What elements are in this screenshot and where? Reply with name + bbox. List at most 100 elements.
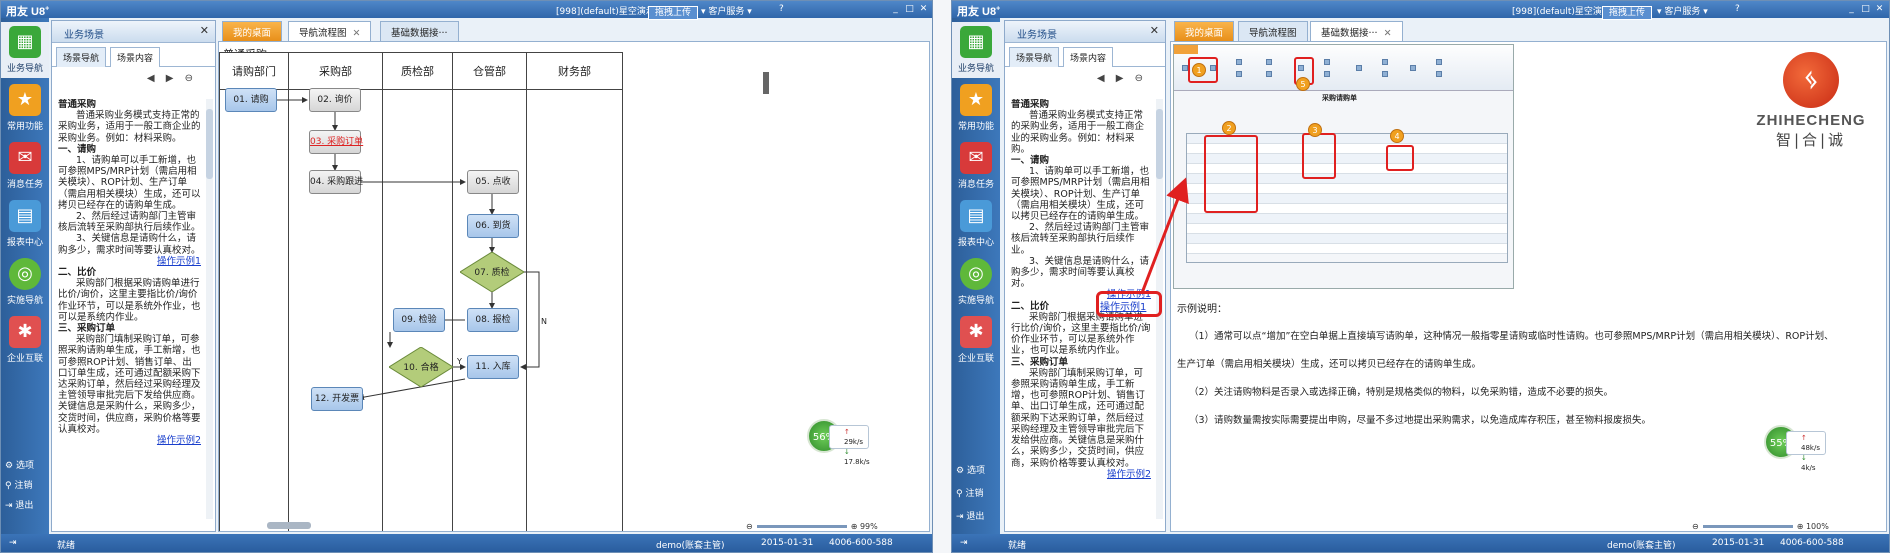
tab-basic-data[interactable]: 基础数据接···: [380, 21, 459, 41]
tab-my-desktop[interactable]: 我的桌面: [1174, 21, 1235, 41]
tab-scene-nav[interactable]: 场景导航: [56, 47, 107, 67]
nav-message-tasks[interactable]: ✉ 消息任务: [952, 138, 1000, 194]
client-service-button[interactable]: ▾ 客户服务 ▾: [1657, 4, 1708, 17]
flow-node-requisition[interactable]: 01. 请购: [225, 88, 277, 112]
exit-button[interactable]: ⇥ 退出: [5, 498, 33, 511]
example-link-1[interactable]: 操作示例1: [58, 256, 201, 267]
horizontal-scrollbar[interactable]: [267, 522, 311, 529]
tab-scene-content[interactable]: 场景内容: [1063, 47, 1114, 67]
compass-icon: ◎: [9, 258, 41, 290]
nav-common-functions[interactable]: ★ 常用功能: [1, 80, 49, 136]
report-icon: ▤: [9, 200, 41, 232]
panel-scrollbar[interactable]: [206, 99, 213, 519]
panel-nav-arrows[interactable]: ◀ ▶ ⊖: [1097, 73, 1147, 84]
panel-tabs: 场景导航 场景内容: [52, 47, 215, 67]
close-window-icon[interactable]: ✕: [917, 3, 930, 15]
flow-node-inspect[interactable]: 09. 检验: [393, 308, 445, 332]
zhihecheng-logo: ᛃ ZHIHECHENG 智|合|诚: [1741, 52, 1881, 152]
panel-close-icon[interactable]: ✕: [200, 24, 209, 37]
heading: 一、请购: [1011, 155, 1050, 167]
nav-common-functions[interactable]: ★ 常用功能: [952, 80, 1000, 136]
flow-node-follow-up[interactable]: 04. 采购跟进: [309, 170, 363, 194]
tab-close-icon[interactable]: ✕: [353, 28, 361, 39]
tab-basic-data[interactable]: 基础数据接··· ✕: [1310, 21, 1403, 41]
nav-business-nav[interactable]: ▦ 业务导航: [1, 22, 49, 78]
panel-close-icon[interactable]: ✕: [1150, 24, 1159, 37]
status-user: demo(账套主管): [1607, 541, 1676, 551]
nav-label: 业务导航: [6, 64, 43, 74]
exit-button[interactable]: ⇥ 退出: [956, 509, 984, 522]
drag-upload-button[interactable]: 拖拽上传: [648, 5, 699, 20]
star-icon: ★: [9, 84, 41, 116]
compass-icon: ◎: [960, 258, 992, 290]
status-phone: 4006-600-588: [829, 538, 893, 548]
flow-node-pass[interactable]: 10. 合格: [389, 347, 453, 387]
client-service-button[interactable]: ▾ 客户服务 ▾: [701, 4, 752, 17]
logout-button[interactable]: ⚲ 注销: [5, 478, 32, 491]
window-gap: [933, 0, 951, 553]
help-icon[interactable]: ?: [1735, 4, 1740, 14]
flow-node-receipt-check[interactable]: 05. 点收: [467, 170, 519, 194]
flow-node-invoice[interactable]: 12. 开发票: [311, 387, 363, 411]
paragraph: 普通采购业务模式支持正常的采购业务，适用于一般工商企业的采购业务。例如：材料采购…: [1011, 110, 1145, 155]
maximize-icon[interactable]: □: [903, 3, 916, 15]
nav-business-nav[interactable]: ▦ 业务导航: [952, 22, 1000, 78]
minimize-icon[interactable]: _: [889, 3, 902, 15]
flow-node-arrival[interactable]: 06. 到货: [467, 214, 519, 238]
options-button[interactable]: ⚙ 选项: [5, 458, 34, 471]
nav-implementation[interactable]: ◎ 实施导航: [952, 254, 1000, 310]
maximize-icon[interactable]: □: [1859, 3, 1872, 15]
flow-node-purchase-order[interactable]: 03. 采购订单: [309, 130, 363, 154]
edge-label-yes: Y: [457, 357, 462, 366]
left-nav-bar: ▦ 业务导航 ★ 常用功能 ✉ 消息任务 ▤ 报表中心 ◎ 实施导航 ✱ 企业互联 ⚙ 选项…: [952, 18, 1000, 534]
nav-enterprise-connect[interactable]: ✱ 企业互联: [952, 312, 1000, 368]
tab-my-desktop[interactable]: 我的桌面: [222, 21, 283, 41]
nav-message-tasks[interactable]: ✉ 消息任务: [1, 138, 49, 194]
upload-speed: 29k/s: [844, 438, 863, 446]
upload-speed: 48k/s: [1801, 444, 1820, 452]
example-line-1-cont: 生产订单（需启用相关模块）生成，还可以拷贝已经存在的请购单生成。: [1177, 359, 1482, 370]
nav-report-center[interactable]: ▤ 报表中心: [1, 196, 49, 252]
business-nav-icon: ▦: [9, 26, 41, 58]
tab-scene-content[interactable]: 场景内容: [110, 47, 161, 67]
zoom-control[interactable]: ⊖ ⊕ 99%: [746, 522, 878, 531]
example-link-2[interactable]: 操作示例2: [58, 435, 201, 446]
flow-node-qc[interactable]: 07. 质检: [460, 252, 524, 292]
heading: 二、比价: [58, 267, 97, 279]
zoom-control[interactable]: ⊖ ⊕ 100%: [1692, 522, 1829, 531]
nav-enterprise-connect[interactable]: ✱ 企业互联: [1, 312, 49, 368]
tab-close-icon[interactable]: ✕: [1384, 28, 1392, 39]
drag-upload-button[interactable]: 拖拽上传: [1602, 5, 1653, 20]
status-ready: 就绪: [57, 541, 76, 551]
tab-flow-chart[interactable]: 导航流程图: [1238, 21, 1308, 41]
vertical-scrollbar[interactable]: [763, 72, 769, 94]
heading: 三、采购订单: [58, 323, 116, 335]
brand-name-cn: 智|合|诚: [1775, 131, 1847, 149]
panel-nav-arrows[interactable]: ◀ ▶ ⊖: [147, 73, 197, 84]
nav-label: 实施导航: [6, 296, 43, 306]
logout-button[interactable]: ⚲ 注销: [956, 486, 983, 499]
nav-report-center[interactable]: ▤ 报表中心: [952, 196, 1000, 252]
nav-implementation[interactable]: ◎ 实施导航: [1, 254, 49, 310]
example-link-2[interactable]: 操作示例2: [1011, 469, 1151, 480]
ribbon: [1174, 45, 1513, 91]
paragraph: 普通采购业务模式支持正常的采购业务，适用于一般工商企业的采购业务。例如：材料采购…: [58, 110, 201, 144]
flow-node-inspection-report[interactable]: 08. 报检: [467, 308, 519, 332]
panel-title: 业务场景: [1017, 30, 1057, 41]
highlight-box-2: [1204, 135, 1258, 213]
paragraph: 2、然后经过请购部门主管审核后流转至采购部执行后续作业。: [58, 211, 201, 234]
tab-scene-nav[interactable]: 场景导航: [1009, 47, 1060, 67]
nav-label: 常用功能: [957, 122, 994, 132]
tab-flow-chart[interactable]: 导航流程图 ✕: [288, 21, 372, 41]
options-button[interactable]: ⚙ 选项: [956, 463, 985, 476]
flow-node-inquiry[interactable]: 02. 询价: [309, 88, 361, 112]
status-bar: ⇥ 就绪 demo(账套主管) 2015-01-31 4006-600-588: [1, 534, 932, 552]
minimize-icon[interactable]: _: [1845, 3, 1858, 15]
help-icon[interactable]: ?: [779, 4, 784, 14]
flow-node-stock-in[interactable]: 11. 入库: [467, 355, 519, 379]
close-window-icon[interactable]: ✕: [1873, 3, 1886, 15]
business-scene-panel: 业务场景 ✕ 场景导航 场景内容 ◀ ▶ ⊖ 普通采购 普通采购业务模式支持正常的…: [51, 20, 216, 532]
example-line-1: （1）通常可以点“增加”在空白单据上直接填写请购单，这种情况一般指零星请购或临时…: [1189, 331, 1834, 342]
marker-4: 4: [1390, 129, 1404, 143]
u8-window-right: 用友 U8+ [998](default)星空演示-LEF ▾ 客户服务 ▾ ?…: [951, 0, 1890, 553]
